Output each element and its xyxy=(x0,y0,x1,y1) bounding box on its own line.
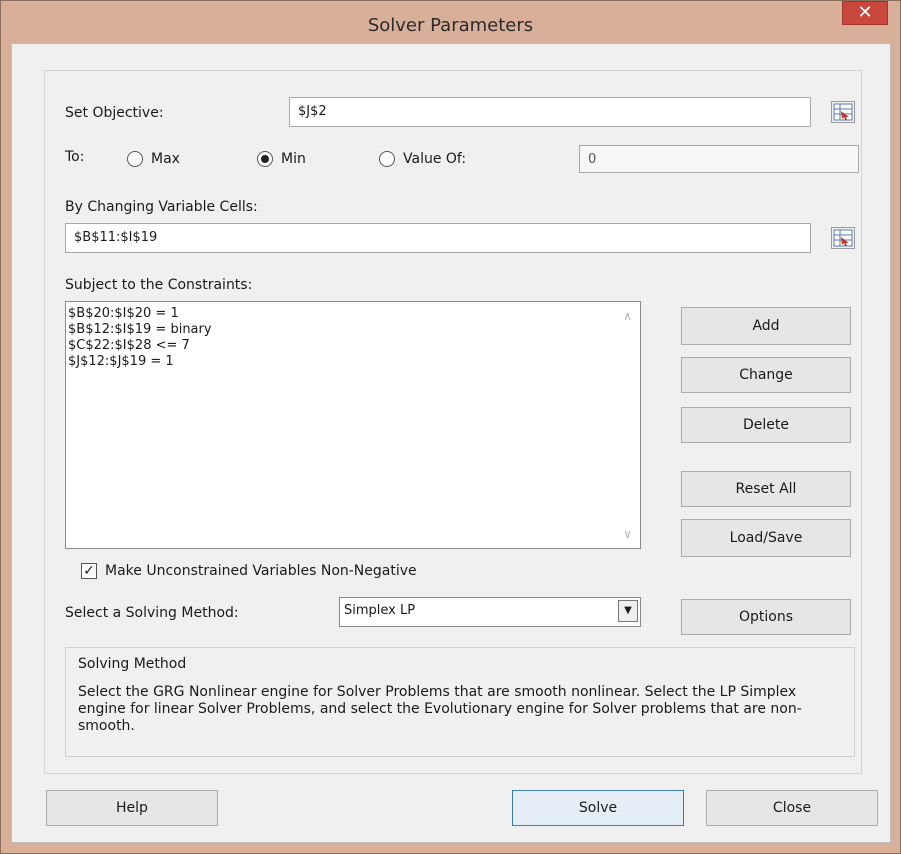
set-objective-label: Set Objective: xyxy=(65,105,164,121)
add-button[interactable]: Add xyxy=(681,307,851,345)
nonnegative-label: Make Unconstrained Variables Non-Negativ… xyxy=(105,563,417,579)
solving-method-label: Select a Solving Method: xyxy=(65,605,239,621)
min-label: Min xyxy=(281,151,306,167)
load-save-button[interactable]: Load/Save xyxy=(681,519,851,557)
options-button[interactable]: Options xyxy=(681,599,851,635)
value-of-input[interactable]: 0 xyxy=(579,145,859,173)
info-title: Solving Method xyxy=(78,656,187,672)
close-icon[interactable]: ✕ xyxy=(842,1,888,25)
variable-cells-label: By Changing Variable Cells: xyxy=(65,199,258,215)
max-radio[interactable] xyxy=(127,151,143,167)
delete-button[interactable]: Delete xyxy=(681,407,851,443)
value-of-radio[interactable] xyxy=(379,151,395,167)
scroll-down-icon[interactable]: ∨ xyxy=(623,526,632,542)
solving-method-info: Solving Method Select the GRG Nonlinear … xyxy=(65,647,855,757)
reset-all-button[interactable]: Reset All xyxy=(681,471,851,507)
solving-method-value: Simplex LP xyxy=(344,603,416,618)
to-label: To: xyxy=(65,149,85,165)
constraints-label: Subject to the Constraints: xyxy=(65,277,253,293)
dialog-body: Set Objective: $J$2 To: Max Min Value Of… xyxy=(11,43,891,843)
constraint-item[interactable]: $J$12:$J$19 = 1 xyxy=(66,354,640,370)
close-button[interactable]: Close xyxy=(706,790,878,826)
constraints-list[interactable]: $B$20:$I$20 = 1 $B$12:$I$19 = binary $C$… xyxy=(65,301,641,549)
info-text: Select the GRG Nonlinear engine for Solv… xyxy=(78,684,802,734)
change-button[interactable]: Change xyxy=(681,357,851,393)
constraint-item[interactable]: $C$22:$I$28 <= 7 xyxy=(66,338,640,354)
variable-cells-input[interactable]: $B$11:$I$19 xyxy=(65,223,811,253)
solving-method-select[interactable]: Simplex LP ▼ xyxy=(339,597,641,627)
parameters-group: Set Objective: $J$2 To: Max Min Value Of… xyxy=(44,70,862,774)
solve-button[interactable]: Solve xyxy=(512,790,684,826)
dialog-title: Solver Parameters xyxy=(367,15,534,36)
constraint-item[interactable]: $B$20:$I$20 = 1 xyxy=(66,306,640,322)
constraint-item[interactable]: $B$12:$I$19 = binary xyxy=(66,322,640,338)
objective-input[interactable]: $J$2 xyxy=(289,97,811,127)
collapse-dialog-icon[interactable] xyxy=(831,227,855,249)
radio-selected-dot xyxy=(261,155,269,163)
solver-dialog: Solver Parameters ✕ Set Objective: $J$2 … xyxy=(0,0,901,854)
help-button[interactable]: Help xyxy=(46,790,218,826)
nonnegative-checkbox[interactable]: ✓ xyxy=(81,563,97,579)
min-radio[interactable] xyxy=(257,151,273,167)
value-of-label: Value Of: xyxy=(403,151,467,167)
collapse-dialog-icon[interactable] xyxy=(831,101,855,123)
scroll-up-icon[interactable]: ∧ xyxy=(623,308,632,324)
max-label: Max xyxy=(151,151,180,167)
chevron-down-icon[interactable]: ▼ xyxy=(618,600,638,622)
